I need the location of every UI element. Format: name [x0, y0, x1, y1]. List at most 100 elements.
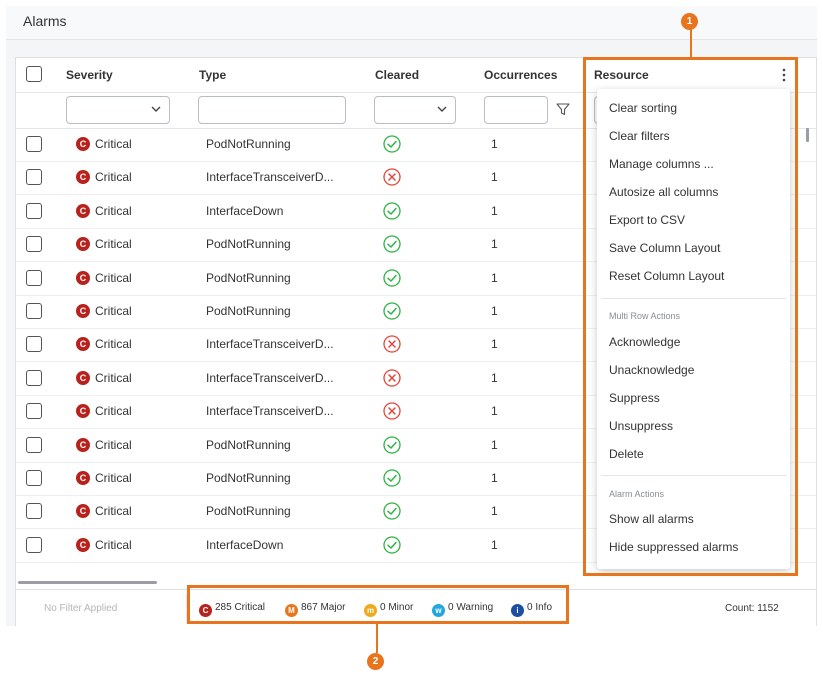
occurrences-value: 1	[491, 370, 498, 385]
row-checkbox[interactable]	[26, 336, 42, 353]
occurrences-value: 1	[491, 504, 498, 519]
check-circle-icon	[383, 469, 401, 487]
page-title: Alarms	[23, 13, 67, 29]
x-circle-icon	[383, 369, 401, 387]
critical-severity-icon: C	[76, 304, 90, 318]
row-checkbox[interactable]	[26, 303, 42, 319]
row-checkbox[interactable]	[26, 436, 42, 453]
critical-severity-icon: C	[76, 370, 90, 385]
row-checkbox[interactable]	[26, 403, 42, 420]
critical-severity-icon: C	[76, 404, 90, 419]
callout-leader-line	[690, 28, 692, 57]
type-filter-input[interactable]	[198, 96, 346, 124]
column-header-type[interactable]: Type	[199, 68, 226, 82]
severity-label: Critical	[95, 437, 132, 452]
severity-filter-select[interactable]	[66, 96, 170, 124]
severity-label: Critical	[95, 203, 132, 218]
critical-severity-icon: C	[76, 170, 90, 185]
severity-label: Critical	[95, 237, 132, 252]
alarm-type: InterfaceDown	[206, 203, 284, 218]
severity-label: Critical	[95, 270, 132, 285]
row-checkbox[interactable]	[26, 470, 42, 486]
alarm-type: PodNotRunning	[206, 304, 291, 318]
critical-severity-icon: C	[76, 137, 90, 151]
severity-label: Critical	[95, 537, 132, 552]
row-checkbox[interactable]	[26, 536, 42, 553]
row-checkbox[interactable]	[26, 503, 42, 520]
alarm-type: PodNotRunning	[206, 237, 291, 252]
occurrences-value: 1	[491, 437, 498, 452]
occurrences-value: 1	[491, 304, 498, 318]
horizontal-scrollbar[interactable]	[18, 581, 157, 584]
critical-severity-icon: C	[76, 337, 90, 352]
chevron-down-icon	[437, 106, 447, 112]
critical-severity-icon: C	[76, 437, 90, 452]
cleared-filter-select[interactable]	[374, 96, 456, 124]
check-circle-icon	[383, 536, 401, 554]
x-circle-icon	[383, 335, 401, 354]
check-circle-icon	[383, 302, 401, 320]
occurrences-value: 1	[491, 471, 498, 485]
filter-status-text: No Filter Applied	[44, 603, 118, 614]
callout-box-resource-menu	[583, 57, 798, 576]
critical-severity-icon: C	[76, 504, 90, 519]
row-checkbox[interactable]	[26, 369, 42, 386]
occurrences-value: 1	[491, 237, 498, 252]
critical-severity-icon: C	[76, 471, 90, 485]
severity-label: Critical	[95, 304, 132, 318]
check-circle-icon	[383, 502, 401, 521]
critical-severity-icon: C	[76, 237, 90, 252]
check-circle-icon	[383, 135, 401, 153]
x-circle-icon	[383, 402, 401, 420]
severity-label: Critical	[95, 337, 132, 352]
occurrences-value: 1	[491, 270, 498, 285]
row-count: Count: 1152	[725, 603, 779, 614]
filter-funnel-icon[interactable]	[556, 102, 570, 116]
severity-label: Critical	[95, 404, 132, 419]
column-header-cleared[interactable]: Cleared	[375, 68, 419, 82]
occurrences-filter-input[interactable]	[484, 96, 548, 124]
critical-severity-icon: C	[76, 270, 90, 285]
alarm-type: PodNotRunning	[206, 504, 291, 519]
critical-severity-icon: C	[76, 203, 90, 218]
row-checkbox[interactable]	[26, 269, 42, 286]
column-header-occurrences[interactable]: Occurrences	[484, 68, 557, 82]
check-circle-icon	[383, 202, 401, 220]
alarm-type: InterfaceDown	[206, 537, 284, 552]
alarm-type: PodNotRunning	[206, 471, 291, 485]
alarm-type: InterfaceTransceiverD...	[206, 170, 334, 185]
callout-number-1: 1	[681, 13, 698, 30]
row-checkbox[interactable]	[26, 202, 42, 219]
occurrences-value: 1	[491, 137, 498, 151]
occurrences-value: 1	[491, 337, 498, 352]
occurrences-value: 1	[491, 170, 498, 185]
check-circle-icon	[383, 268, 401, 287]
callout-number-2: 2	[367, 653, 384, 670]
alarm-type: InterfaceTransceiverD...	[206, 404, 334, 419]
row-checkbox[interactable]	[26, 236, 42, 253]
occurrences-value: 1	[491, 537, 498, 552]
vertical-scrollbar[interactable]	[806, 128, 809, 142]
alarm-type: PodNotRunning	[206, 270, 291, 285]
severity-label: Critical	[95, 471, 132, 485]
alarm-type: InterfaceTransceiverD...	[206, 370, 334, 385]
severity-label: Critical	[95, 137, 132, 151]
row-checkbox[interactable]	[26, 136, 42, 152]
critical-severity-icon: C	[76, 537, 90, 552]
severity-label: Critical	[95, 370, 132, 385]
x-circle-icon	[383, 168, 401, 187]
callout-leader-line	[376, 624, 378, 653]
check-circle-icon	[383, 235, 401, 253]
check-circle-icon	[383, 435, 401, 454]
occurrences-value: 1	[491, 203, 498, 218]
occurrences-value: 1	[491, 404, 498, 419]
row-checkbox[interactable]	[26, 169, 42, 186]
alarm-type: PodNotRunning	[206, 437, 291, 452]
callout-box-summary-bar	[187, 585, 569, 624]
column-header-severity[interactable]: Severity	[66, 68, 113, 82]
severity-label: Critical	[95, 504, 132, 519]
severity-label: Critical	[95, 170, 132, 185]
alarm-type: PodNotRunning	[206, 137, 291, 151]
select-all-checkbox[interactable]	[26, 66, 42, 82]
chevron-down-icon	[151, 106, 161, 112]
